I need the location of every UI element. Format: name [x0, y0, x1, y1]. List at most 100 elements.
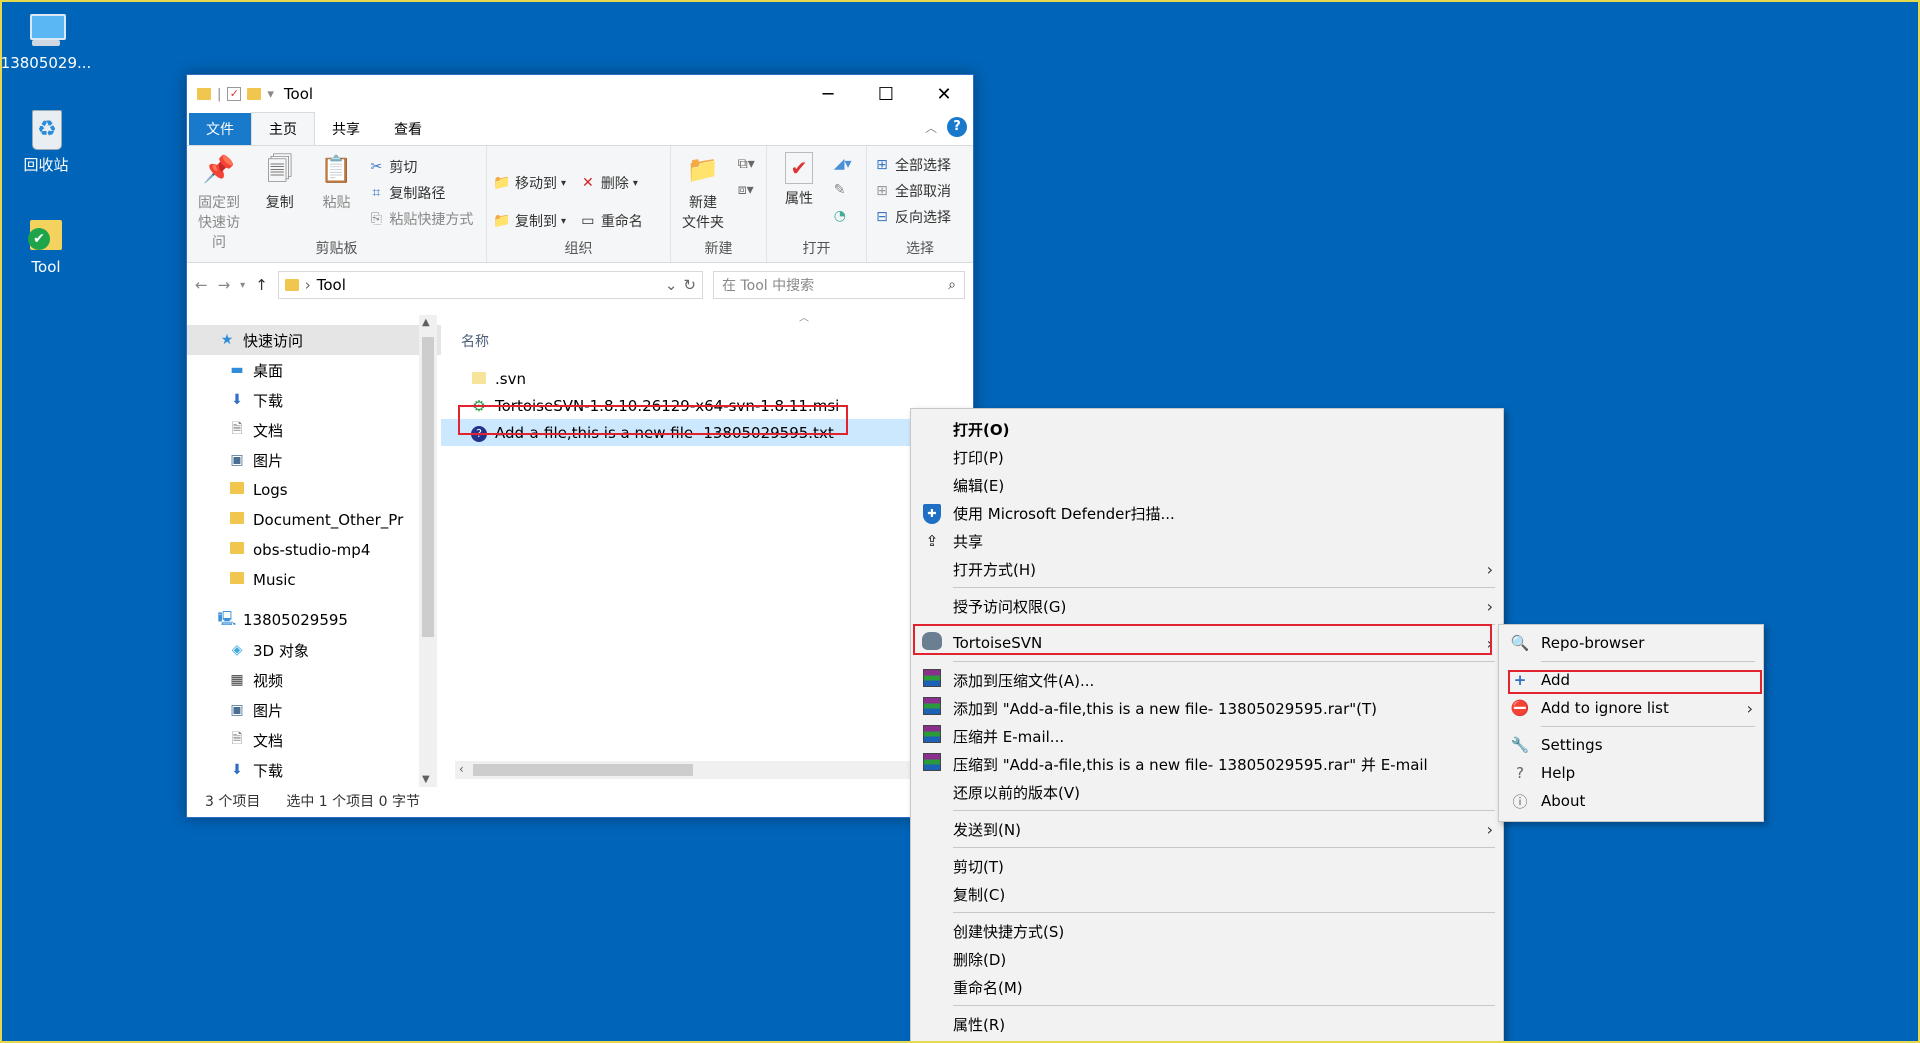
scrollbar-thumb[interactable] — [422, 337, 434, 637]
tab-home[interactable]: 主页 — [251, 112, 315, 145]
scroll-down-arrow-icon[interactable]: ▼ — [422, 774, 430, 785]
nav-scrollbar[interactable]: ▲ ▼ — [419, 315, 437, 787]
new-item-icon[interactable]: ⧉▾ — [738, 156, 755, 182]
menu-item-compress-to-rar-email[interactable]: 压缩到 "Add-a-file,this is a new file- 1380… — [911, 750, 1503, 778]
paste-shortcut-button[interactable]: ⎘ 粘贴快捷方式 — [367, 206, 474, 232]
menu-item-print[interactable]: 打印(P) — [911, 443, 1503, 471]
menu-item-share[interactable]: ⇪ 共享 — [911, 527, 1503, 555]
submenu-item-help[interactable]: ? Help — [1499, 759, 1763, 787]
nav-this-pc[interactable]: 🖳 13805029595 — [187, 605, 441, 635]
new-folder-icon[interactable] — [247, 88, 262, 100]
nav-quick-access[interactable]: ★ 快速访问 — [187, 325, 441, 355]
invert-selection-button[interactable]: ⊟ 反向选择 — [873, 204, 951, 230]
recycle-bin-icon — [26, 110, 66, 150]
nav-item-documents-pc[interactable]: 🗎 文档 — [187, 725, 441, 755]
nav-item-downloads-pc[interactable]: ⬇ 下载 — [187, 755, 441, 785]
tab-view[interactable]: 查看 — [377, 113, 439, 145]
desktop-icon-recycle-bin[interactable]: 回收站 — [0, 110, 92, 175]
submenu-item-about[interactable]: ⓘ About — [1499, 787, 1763, 815]
history-icon[interactable]: ◔ — [834, 208, 852, 224]
submenu-item-repo-browser[interactable]: 🔍 Repo-browser — [1499, 629, 1763, 657]
desktop-icon-label: 13805029... — [0, 54, 92, 72]
scroll-up-arrow-icon[interactable]: ▲ — [422, 317, 430, 328]
search-input[interactable]: 在 Tool 中搜索 ⌕ — [713, 271, 965, 299]
horizontal-scrollbar[interactable]: ‹ — [455, 761, 973, 779]
nav-item-videos[interactable]: ▦ 视频 — [187, 665, 441, 695]
menu-item-give-access[interactable]: 授予访问权限(G) › — [911, 592, 1503, 620]
address-dropdown-icon[interactable]: ⌄ — [665, 276, 678, 294]
delete-button[interactable]: ✕ 删除 ▾ — [579, 164, 643, 202]
properties-button[interactable]: ✔ 属性 — [773, 152, 825, 208]
maximize-button[interactable]: ☐ — [857, 75, 915, 113]
copy-to-button[interactable]: 📁 复制到 ▾ — [493, 202, 566, 240]
column-header-name[interactable]: 名称 — [441, 325, 973, 357]
move-to-button[interactable]: 📁 移动到 ▾ — [493, 164, 566, 202]
pin-quick-access-button[interactable]: 📌 固定到 快速访问 — [193, 152, 245, 252]
file-item-msi[interactable]: ⚙ TortoiseSVN-1.8.10.26129-x64-svn-1.8.11… — [441, 392, 973, 419]
nav-item-3d-objects[interactable]: ◈ 3D 对象 — [187, 635, 441, 665]
nav-item-pictures[interactable]: ▣图片📌 — [187, 445, 441, 475]
menu-item-edit[interactable]: 编辑(E) — [911, 471, 1503, 499]
copy-button[interactable]: 🗐 复制 — [254, 152, 306, 212]
document-icon: 🗎 — [231, 731, 243, 747]
breadcrumb-tool[interactable]: Tool — [317, 276, 346, 294]
forward-arrow-icon[interactable]: → — [218, 276, 231, 294]
properties-check-icon[interactable]: ✓ — [227, 87, 242, 101]
help-icon[interactable]: ? — [947, 117, 967, 137]
menu-item-cut[interactable]: 剪切(T) — [911, 852, 1503, 880]
desktop-icon-tool[interactable]: Tool — [0, 214, 92, 276]
tab-share[interactable]: 共享 — [315, 113, 377, 145]
menu-item-tortoisesvn[interactable]: TortoiseSVN › — [911, 629, 1503, 657]
breadcrumb-chevron-icon[interactable]: › — [305, 276, 311, 294]
select-none-button[interactable]: ⊞ 全部取消 — [873, 178, 951, 204]
submenu-item-settings[interactable]: 🔧 Settings — [1499, 731, 1763, 759]
menu-item-copy[interactable]: 复制(C) — [911, 880, 1503, 908]
file-item-svn[interactable]: .svn — [441, 365, 973, 392]
rename-button[interactable]: ▭ 重命名 — [579, 202, 643, 240]
minimize-button[interactable]: ─ — [799, 75, 857, 113]
submenu-item-add-to-ignore[interactable]: ⛔ Add to ignore list › — [1499, 694, 1763, 722]
select-all-button[interactable]: ⊞ 全部选择 — [873, 152, 951, 178]
nav-item-documents[interactable]: 🗎文档📌 — [187, 415, 441, 445]
open-icon[interactable]: ◢▾ — [834, 156, 852, 182]
collapse-ribbon-icon[interactable]: ︿ — [925, 119, 937, 136]
cut-button[interactable]: ✂ 剪切 — [367, 154, 473, 180]
desktop-icon-computer[interactable]: 13805029... — [0, 10, 92, 72]
nav-item-logs[interactable]: Logs📌 — [187, 475, 441, 505]
menu-item-compress-email[interactable]: 压缩并 E-mail... — [911, 722, 1503, 750]
customize-toolbar-chevron-icon[interactable]: ▾ — [267, 87, 274, 102]
menu-item-properties[interactable]: 属性(R) — [911, 1010, 1503, 1038]
menu-item-restore-versions[interactable]: 还原以前的版本(V) — [911, 778, 1503, 806]
tab-file[interactable]: 文件 — [189, 113, 251, 145]
menu-item-open[interactable]: 打开(O) — [911, 415, 1503, 443]
refresh-icon[interactable]: ↻ — [683, 276, 696, 294]
menu-item-send-to[interactable]: 发送到(N) › — [911, 815, 1503, 843]
nav-item-music[interactable]: Music — [187, 565, 441, 595]
nav-item-downloads[interactable]: ⬇下载📌 — [187, 385, 441, 415]
nav-item-obs-studio[interactable]: obs-studio-mp4📌 — [187, 535, 441, 565]
copy-path-button[interactable]: ⌗ 复制路径 — [367, 180, 473, 206]
scrollbar-thumb[interactable] — [473, 764, 693, 776]
new-folder-button[interactable]: 📁 新建 文件夹 — [677, 152, 729, 232]
paste-button[interactable]: 📋 粘贴 — [315, 152, 359, 212]
nav-item-desktop[interactable]: ▬桌面📌 — [187, 355, 441, 385]
menu-item-create-shortcut[interactable]: 创建快捷方式(S) — [911, 917, 1503, 945]
nav-item-pictures-pc[interactable]: ▣ 图片 — [187, 695, 441, 725]
file-item-txt[interactable]: ? Add-a-file,this is a new file- 13805029… — [441, 419, 973, 446]
recent-locations-chevron-icon[interactable]: ▾ — [240, 280, 245, 291]
edit-icon[interactable]: ✎ — [834, 182, 852, 208]
easy-access-icon[interactable]: ⧈▾ — [738, 182, 755, 198]
menu-item-delete[interactable]: 删除(D) — [911, 945, 1503, 973]
close-button[interactable]: ✕ — [915, 75, 973, 113]
menu-item-defender-scan[interactable]: ✚ 使用 Microsoft Defender扫描... — [911, 499, 1503, 527]
back-arrow-icon[interactable]: ← — [195, 276, 208, 294]
address-input[interactable]: › Tool ⌄ ↻ — [277, 271, 703, 299]
nav-item-document-other[interactable]: Document_Other_Pr📌 — [187, 505, 441, 535]
menu-item-rename[interactable]: 重命名(M) — [911, 973, 1503, 1001]
menu-item-add-to-rar[interactable]: 添加到 "Add-a-file,this is a new file- 1380… — [911, 694, 1503, 722]
submenu-item-add[interactable]: + Add — [1499, 666, 1763, 694]
scroll-left-arrow-icon[interactable]: ‹ — [459, 762, 464, 776]
menu-item-add-to-archive[interactable]: 添加到压缩文件(A)... — [911, 666, 1503, 694]
up-arrow-icon[interactable]: ↑ — [255, 276, 268, 294]
menu-item-open-with[interactable]: 打开方式(H) › — [911, 555, 1503, 583]
